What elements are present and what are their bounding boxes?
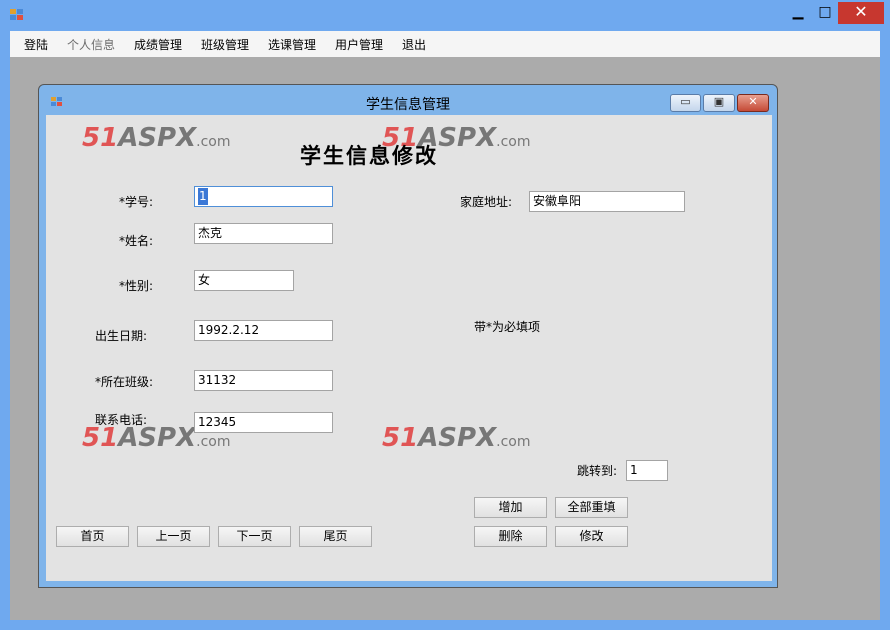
next-page-button[interactable]: 下一页 — [218, 526, 291, 547]
student-info-window: 学生信息管理 ▭ ▣ ✕ 51ASPX.com 51ASPX.com 51ASP… — [38, 84, 778, 588]
name-label: *姓名: — [119, 234, 154, 248]
previous-page-button[interactable]: 上一页 — [137, 526, 210, 547]
menu-login[interactable]: 登陆 — [24, 36, 48, 53]
address-label: 家庭地址: — [460, 195, 513, 209]
maximize-button[interactable]: □ — [812, 2, 838, 24]
main-title-bar: ▁ □ ✕ — [0, 0, 890, 30]
first-page-button[interactable]: 首页 — [56, 526, 129, 547]
student-id-label: *学号: — [119, 195, 154, 209]
form-client-area: 51ASPX.com 51ASPX.com 51ASPX.com 51ASPX.… — [46, 115, 772, 581]
minimize-button[interactable]: ▁ — [785, 2, 811, 24]
child-minimize-button[interactable]: ▭ — [670, 94, 701, 112]
watermark-logo: 51ASPX.com — [382, 423, 531, 453]
app-icon — [10, 9, 24, 21]
birth-date-input[interactable]: 1992.2.12 — [194, 320, 333, 341]
class-label: *所在班级: — [95, 375, 154, 389]
reset-all-button[interactable]: 全部重填 — [555, 497, 628, 518]
menu-course-selection[interactable]: 选课管理 — [268, 36, 316, 53]
required-note: 带*为必填项 — [474, 320, 541, 334]
phone-label: 联系电话: — [95, 413, 148, 427]
menu-personal-info[interactable]: 个人信息 — [67, 36, 115, 53]
close-button[interactable]: ✕ — [838, 2, 884, 24]
menu-exit[interactable]: 退出 — [402, 36, 426, 53]
watermark-logo: 51ASPX.com — [82, 123, 231, 153]
jump-to-label: 跳转到: — [577, 464, 618, 478]
child-title-bar[interactable]: 学生信息管理 ▭ ▣ ✕ — [39, 85, 777, 113]
gender-input[interactable]: 女 — [194, 270, 294, 291]
birth-date-label: 出生日期: — [95, 329, 148, 343]
jump-to-input[interactable]: 1 — [626, 460, 668, 481]
phone-input[interactable]: 12345 — [194, 412, 333, 433]
student-id-input[interactable]: 1 — [194, 186, 333, 207]
menu-user-management[interactable]: 用户管理 — [335, 36, 383, 53]
delete-button[interactable]: 删除 — [474, 526, 547, 547]
form-heading: 学生信息修改 — [300, 143, 438, 168]
main-window: ▁ □ ✕ 登陆 个人信息 成绩管理 班级管理 选课管理 用户管理 退出 学生信… — [0, 0, 890, 630]
menu-class-management[interactable]: 班级管理 — [201, 36, 249, 53]
child-maximize-button[interactable]: ▣ — [703, 94, 735, 112]
gender-label: *性别: — [119, 279, 154, 293]
window-bottom-border — [0, 620, 890, 630]
modify-button[interactable]: 修改 — [555, 526, 628, 547]
child-window-title: 学生信息管理 — [366, 97, 450, 113]
menu-grade-management[interactable]: 成绩管理 — [134, 36, 182, 53]
add-button[interactable]: 增加 — [474, 497, 547, 518]
address-input[interactable]: 安徽阜阳 — [529, 191, 685, 212]
menu-bar: 登陆 个人信息 成绩管理 班级管理 选课管理 用户管理 退出 — [10, 31, 880, 58]
name-input[interactable]: 杰克 — [194, 223, 333, 244]
last-page-button[interactable]: 尾页 — [299, 526, 372, 547]
class-input[interactable]: 31132 — [194, 370, 333, 391]
child-close-button[interactable]: ✕ — [737, 94, 769, 112]
